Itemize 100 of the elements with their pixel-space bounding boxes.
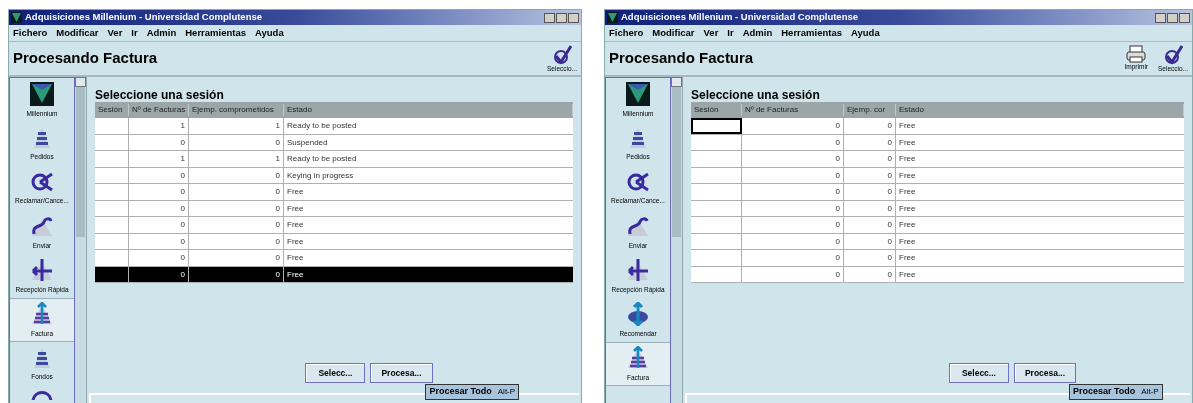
table-row[interactable]: 1 1 Ready to be posted (95, 151, 573, 168)
table-cell-text: Free (286, 268, 305, 281)
table-cell-text: Free (898, 186, 917, 198)
column-header[interactable]: Ejemp. cor (844, 104, 896, 116)
table-cell: 1 (189, 151, 284, 167)
action-button[interactable]: Selecc... (305, 363, 366, 383)
close-button[interactable] (568, 12, 579, 23)
menu-item[interactable]: Ir (131, 25, 138, 41)
table-cell-text: Free (286, 219, 305, 231)
window-title: Adquisiciones Millenium - Universidad Complutense (621, 10, 858, 25)
page-heading: Procesando Factura (13, 48, 158, 69)
table-cell: 0 (129, 233, 189, 249)
table-cell: 0 (742, 266, 844, 282)
millennium-logo-icon (30, 82, 54, 106)
table-cell: 0 (742, 167, 844, 183)
table-cell: 0 (742, 184, 844, 200)
menu-item[interactable]: Admin (742, 25, 773, 41)
menu-item[interactable]: Admin (146, 25, 177, 41)
checkmark-icon (1163, 44, 1183, 65)
cross-arrow-icon (626, 258, 650, 282)
menu-item[interactable]: Fichero (609, 25, 644, 41)
arc-icon (31, 390, 53, 400)
minimize-button[interactable] (544, 12, 555, 23)
menu-item[interactable]: Modificar (56, 25, 99, 41)
table-cell: 0 (129, 184, 189, 200)
table-cell: 0 (844, 167, 896, 183)
table-row[interactable]: 0 0 Free (691, 118, 1184, 135)
column-header[interactable]: Estado (284, 104, 573, 116)
section-title: Seleccione una sesión (95, 88, 225, 102)
table-cell-text: Free (286, 202, 305, 215)
table-cell-text: Free (286, 235, 305, 248)
table-cell-text: Free (898, 268, 917, 281)
menu-item[interactable]: Ir (727, 25, 734, 41)
table-cell-text: Free (898, 252, 917, 264)
table-cell: 0 (742, 250, 844, 266)
menu-item[interactable]: Ayuda (851, 25, 880, 41)
table-row[interactable]: 1 1 Ready to be posted (95, 118, 573, 135)
table-cell: 0 (189, 266, 284, 282)
column-header[interactable]: Nº de Facturas (742, 104, 844, 116)
action-button[interactable]: Procesa... (1013, 363, 1077, 383)
menu-item[interactable]: Ver (107, 25, 123, 41)
action-button[interactable]: Selecc... (948, 363, 1009, 383)
curved-arrow-icon (626, 214, 650, 238)
printer-icon (1126, 44, 1147, 63)
table-cell: 0 (189, 184, 284, 200)
table-cell: 0 (742, 151, 844, 167)
cross-arrow-icon (30, 258, 54, 282)
page-heading: Procesando Factura (609, 48, 754, 69)
column-header[interactable]: Nº de Facturas (129, 104, 189, 116)
table-row[interactable]: 0 0 Free (691, 184, 1184, 201)
table-cell-text: Free (898, 202, 917, 215)
close-button[interactable] (1179, 12, 1190, 23)
table-cell: 0 (742, 233, 844, 249)
menu-item[interactable]: Herramientas (185, 25, 246, 41)
stacked-books-icon (627, 127, 649, 149)
table-cell-text: Free (898, 219, 917, 231)
table-row[interactable]: 0 0 Free (691, 250, 1184, 267)
scrollbar[interactable] (671, 77, 683, 403)
table-cell: 0 (742, 200, 844, 216)
table-cell: 0 (129, 250, 189, 266)
stacked-books-icon (31, 347, 53, 369)
table-row[interactable]: 0 0 Free (95, 217, 573, 234)
table-cell-text: Free (898, 136, 917, 149)
up-down-arrow-icon (626, 302, 650, 326)
column-header[interactable]: Estado (896, 104, 1184, 116)
column-header[interactable]: Sesión (691, 104, 742, 116)
menu-item[interactable]: Modificar (652, 25, 695, 41)
checkmark-icon (552, 44, 572, 65)
minimize-button[interactable] (1155, 12, 1166, 23)
app-logo-icon (607, 12, 618, 23)
table-row[interactable]: 0 0 Free (95, 250, 573, 267)
menu-item[interactable]: Ayuda (255, 25, 284, 41)
table-cell: 0 (189, 217, 284, 233)
menu-item[interactable]: Fichero (13, 25, 48, 41)
maximize-button[interactable] (1167, 12, 1178, 23)
column-header[interactable]: Ejemp. comprometidos (189, 104, 284, 116)
table-cell: 0 (189, 200, 284, 216)
action-button[interactable]: Procesa... (370, 363, 433, 383)
column-header[interactable]: Sesión (95, 104, 129, 116)
table-cell-text: Keying in progress (286, 169, 355, 182)
table-row[interactable]: 0 0 Free (691, 217, 1184, 234)
table-cell: 1 (129, 118, 189, 134)
tooltip: Procesar Todo Alt-P (425, 383, 520, 400)
table-cell: 0 (844, 233, 896, 249)
table-cell: 0 (844, 118, 896, 134)
millennium-logo-icon (626, 82, 650, 106)
table-cell-text: Free (898, 235, 917, 248)
table-cell: 0 (189, 250, 284, 266)
table-cell: 0 (129, 167, 189, 183)
table-row[interactable]: 0 0 Free (691, 151, 1184, 168)
table-row[interactable]: 0 0 Free (95, 184, 573, 201)
maximize-button[interactable] (556, 12, 567, 23)
menu-item[interactable]: Herramientas (781, 25, 842, 41)
table-cell: 0 (844, 200, 896, 216)
table-cell-text: Free (898, 153, 917, 165)
scrollbar[interactable] (75, 77, 87, 403)
arrow-stack-icon (30, 302, 54, 326)
table-cell-text: Ready to be posted (286, 120, 358, 132)
table-cell-text: Free (898, 169, 917, 182)
menu-item[interactable]: Ver (703, 25, 719, 41)
